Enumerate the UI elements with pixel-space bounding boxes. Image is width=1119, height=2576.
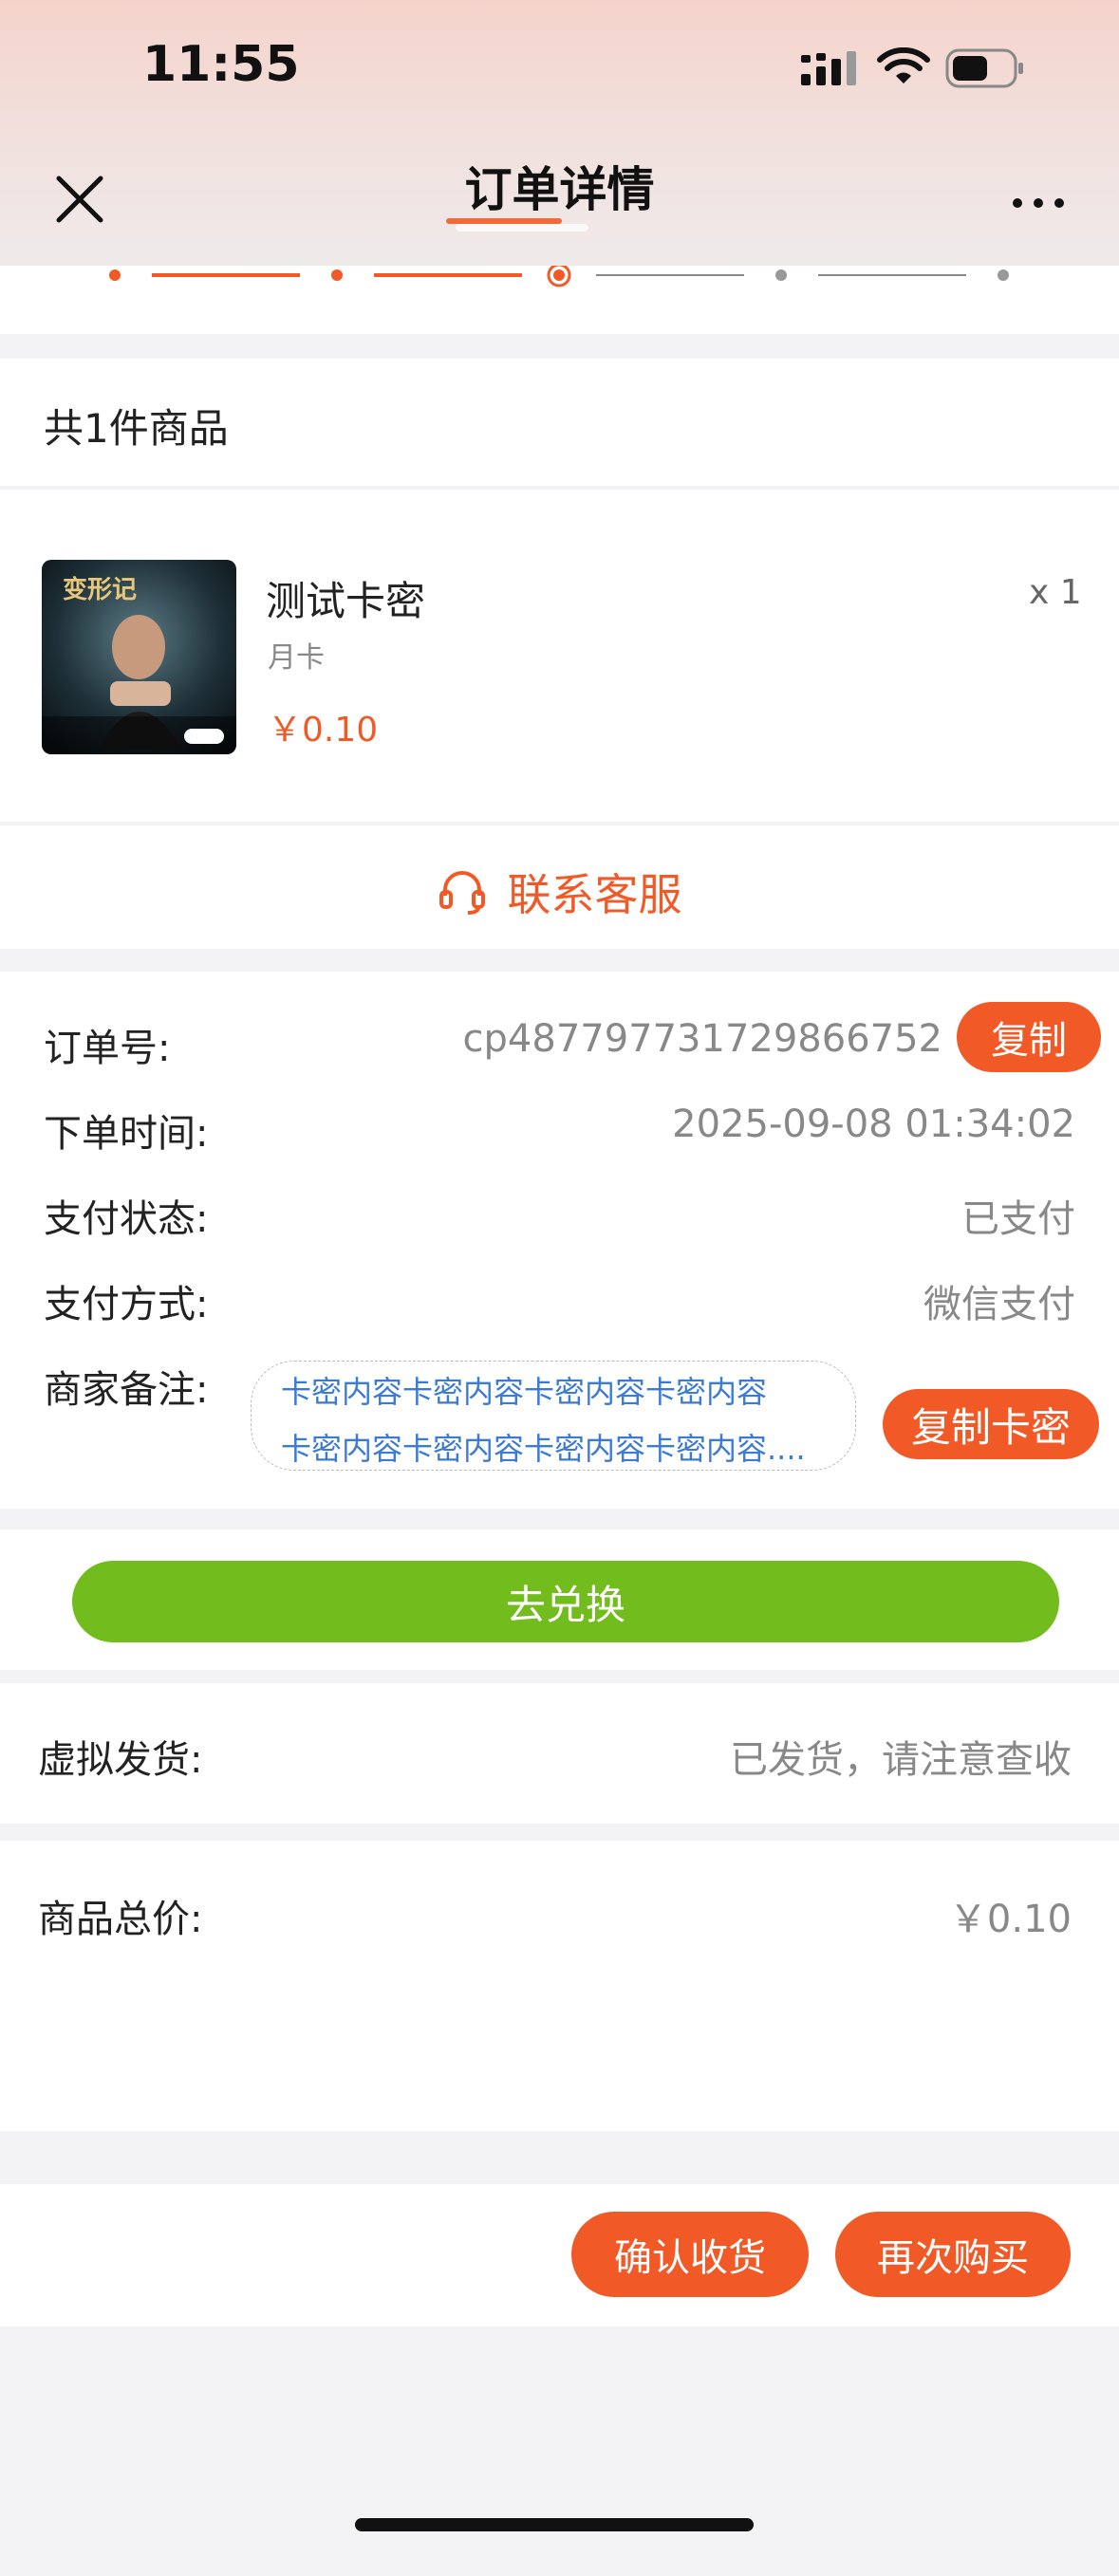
buy-again-button[interactable]: 再次购买 xyxy=(835,2212,1071,2297)
product-spec: 月卡 xyxy=(268,641,325,675)
pay-status-value: 已支付 xyxy=(961,1197,1075,1241)
progress-steps xyxy=(109,263,1009,287)
product-image: 变形记 xyxy=(42,560,236,754)
total-value: ￥0.10 xyxy=(948,1898,1072,1941)
customer-service-button[interactable]: 联系客服 xyxy=(0,854,1119,930)
order-time-label: 下单时间: xyxy=(44,1112,209,1156)
order-no-value: cp487797731729866752 xyxy=(462,1017,942,1061)
shipping-label: 虚拟发货: xyxy=(38,1738,203,1782)
product-quantity: x 1 xyxy=(1029,573,1082,612)
item-count-label: 共1件商品 xyxy=(44,405,229,452)
wifi-icon xyxy=(877,47,930,83)
page-title: 订单详情 xyxy=(464,162,655,217)
product-price: ￥0.10 xyxy=(268,711,379,750)
copy-order-no-button[interactable]: 复制 xyxy=(957,1002,1101,1072)
total-card xyxy=(0,1841,1119,2131)
total-label: 商品总价: xyxy=(38,1898,203,1941)
order-time-value: 2025-09-08 01:34:02 xyxy=(672,1103,1075,1146)
order-progress xyxy=(0,263,1119,334)
headset-icon xyxy=(438,871,485,915)
status-time: 11:55 xyxy=(142,36,300,93)
merchant-note-label: 商家备注: xyxy=(44,1368,209,1412)
product-name: 测试卡密 xyxy=(266,578,426,624)
copy-card-key-button[interactable]: 复制卡密 xyxy=(883,1389,1099,1459)
merchant-note-line2: 卡密内容卡密内容卡密内容卡密内容.... xyxy=(281,1431,806,1467)
redeem-button[interactable]: 去兑换 xyxy=(72,1561,1059,1642)
pay-method-label: 支付方式: xyxy=(44,1283,209,1326)
home-indicator[interactable] xyxy=(355,2518,754,2531)
battery-icon xyxy=(945,48,1023,88)
title-underline xyxy=(446,218,562,224)
confirm-receipt-button[interactable]: 确认收货 xyxy=(571,2212,809,2297)
pay-method-value: 微信支付 xyxy=(923,1283,1075,1326)
title-underline-glow xyxy=(456,224,588,232)
merchant-note-line1: 卡密内容卡密内容卡密内容卡密内容 xyxy=(281,1374,768,1410)
cellular-signal-icon xyxy=(801,51,856,85)
more-icon[interactable] xyxy=(1012,197,1065,209)
pay-status-label: 支付状态: xyxy=(44,1197,209,1241)
customer-service-label: 联系客服 xyxy=(507,869,682,920)
shipping-value: 已发货，请注意查收 xyxy=(730,1738,1072,1782)
svg-text:变形记: 变形记 xyxy=(63,575,137,604)
product-thumbnail[interactable]: 变形记 xyxy=(42,560,236,754)
order-no-label: 订单号: xyxy=(44,1027,171,1070)
